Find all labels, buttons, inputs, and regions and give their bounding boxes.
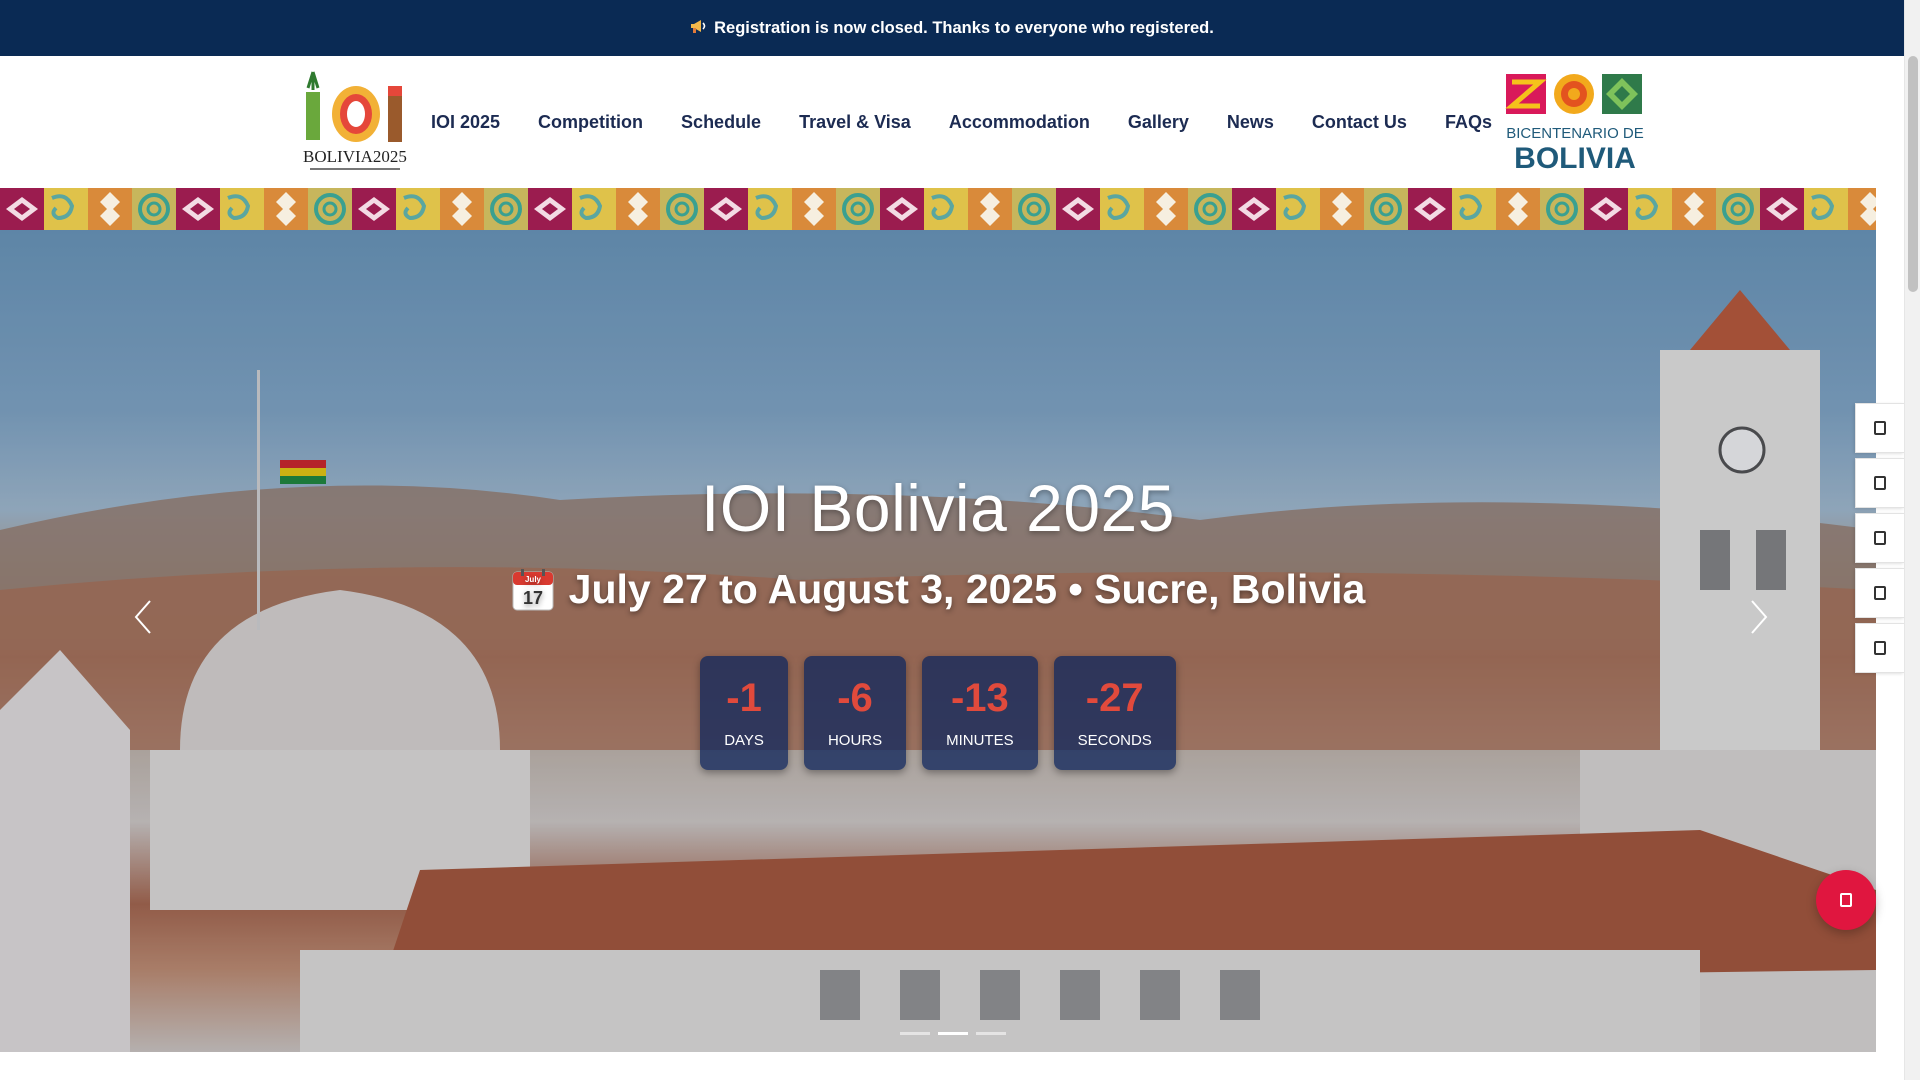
nav-competition[interactable]: Competition bbox=[519, 112, 662, 133]
carousel-indicators bbox=[0, 1032, 1876, 1035]
social-link-4[interactable] bbox=[1855, 568, 1904, 618]
missing-glyph-icon bbox=[1874, 476, 1886, 490]
missing-glyph-icon bbox=[1874, 531, 1886, 545]
announcement-text: Registration is now closed. Thanks to ev… bbox=[714, 18, 1214, 37]
hero-subtitle: July 17 July 27 to August 3, 2025 • Sucr… bbox=[0, 566, 1876, 613]
ioi-bolivia-logo[interactable]: BOLIVIA2025 bbox=[302, 70, 408, 174]
countdown-minutes: -13 MINUTES bbox=[922, 656, 1038, 770]
main-nav: IOI 2025 Competition Schedule Travel & V… bbox=[412, 56, 1511, 188]
missing-glyph-icon bbox=[1874, 641, 1886, 655]
svg-text:BOLIVIA2025: BOLIVIA2025 bbox=[303, 147, 407, 166]
svg-text:17: 17 bbox=[523, 588, 543, 608]
carousel-indicator-2[interactable] bbox=[938, 1032, 968, 1035]
countdown-minutes-value: -13 bbox=[950, 675, 1009, 720]
nav-faqs[interactable]: FAQs bbox=[1426, 112, 1511, 133]
page: Registration is now closed. Thanks to ev… bbox=[0, 0, 1920, 1080]
countdown-seconds-value: -27 bbox=[1085, 675, 1144, 720]
nav-contact-us[interactable]: Contact Us bbox=[1293, 112, 1426, 133]
site-header: BOLIVIA2025 IOI 2025 Competition Schedul… bbox=[0, 56, 1904, 188]
countdown: -1 DAYS -6 HOURS -13 MINUTES -27 SECONDS bbox=[0, 656, 1876, 770]
countdown-hours-label: HOURS bbox=[827, 731, 883, 749]
social-link-3[interactable] bbox=[1855, 513, 1904, 563]
decorative-pattern-strip bbox=[0, 188, 1876, 230]
countdown-seconds-label: SECONDS bbox=[1077, 731, 1152, 749]
countdown-days-label: DAYS bbox=[724, 731, 764, 749]
scrollbar-thumb[interactable] bbox=[1908, 56, 1918, 292]
nav-ioi-2025[interactable]: IOI 2025 bbox=[412, 112, 519, 133]
nav-travel-visa[interactable]: Travel & Visa bbox=[780, 112, 930, 133]
social-link-2[interactable] bbox=[1855, 458, 1904, 508]
hero-title: IOI Bolivia 2025 bbox=[701, 471, 1175, 545]
floating-action-button[interactable] bbox=[1816, 870, 1876, 930]
social-share-rail bbox=[1855, 403, 1904, 678]
countdown-minutes-label: MINUTES bbox=[946, 731, 1014, 749]
svg-text:July: July bbox=[525, 575, 542, 584]
nav-schedule[interactable]: Schedule bbox=[662, 112, 780, 133]
carousel-indicator-1[interactable] bbox=[900, 1032, 930, 1035]
calendar-icon: July 17 bbox=[512, 568, 554, 610]
hero-overlay bbox=[0, 230, 1876, 1052]
announcement-bar: Registration is now closed. Thanks to ev… bbox=[0, 0, 1904, 56]
missing-glyph-icon bbox=[1840, 893, 1852, 907]
nav-accommodation[interactable]: Accommodation bbox=[930, 112, 1109, 133]
countdown-hours-value: -6 bbox=[837, 675, 873, 720]
missing-glyph-icon bbox=[1874, 421, 1886, 435]
hero-carousel: IOI Bolivia 2025 July 17 July 27 to Augu… bbox=[0, 230, 1876, 1052]
vertical-scrollbar[interactable] bbox=[1904, 0, 1920, 1080]
megaphone-icon bbox=[690, 18, 708, 39]
carousel-indicator-3[interactable] bbox=[976, 1032, 1006, 1035]
missing-glyph-icon bbox=[1874, 586, 1886, 600]
nav-gallery[interactable]: Gallery bbox=[1109, 112, 1208, 133]
event-dates-location: July 27 to August 3, 2025 • Sucre, Boliv… bbox=[568, 566, 1366, 612]
carousel-prev-arrow-icon[interactable] bbox=[128, 597, 158, 637]
countdown-days-value: -1 bbox=[726, 675, 762, 720]
social-link-1[interactable] bbox=[1855, 403, 1904, 453]
countdown-days: -1 DAYS bbox=[700, 656, 788, 770]
bicentenario-logo[interactable]: BICENTENARIO DE BOLIVIA bbox=[1504, 72, 1646, 172]
countdown-hours: -6 HOURS bbox=[803, 656, 907, 770]
countdown-seconds: -27 SECONDS bbox=[1053, 656, 1176, 770]
nav-news[interactable]: News bbox=[1208, 112, 1293, 133]
page-bottom bbox=[0, 1052, 1904, 1080]
social-link-5[interactable] bbox=[1855, 623, 1904, 673]
svg-text:BICENTENARIO DE: BICENTENARIO DE bbox=[1506, 125, 1644, 142]
carousel-next-arrow-icon[interactable] bbox=[1744, 597, 1774, 637]
svg-text:BOLIVIA: BOLIVIA bbox=[1514, 142, 1636, 172]
